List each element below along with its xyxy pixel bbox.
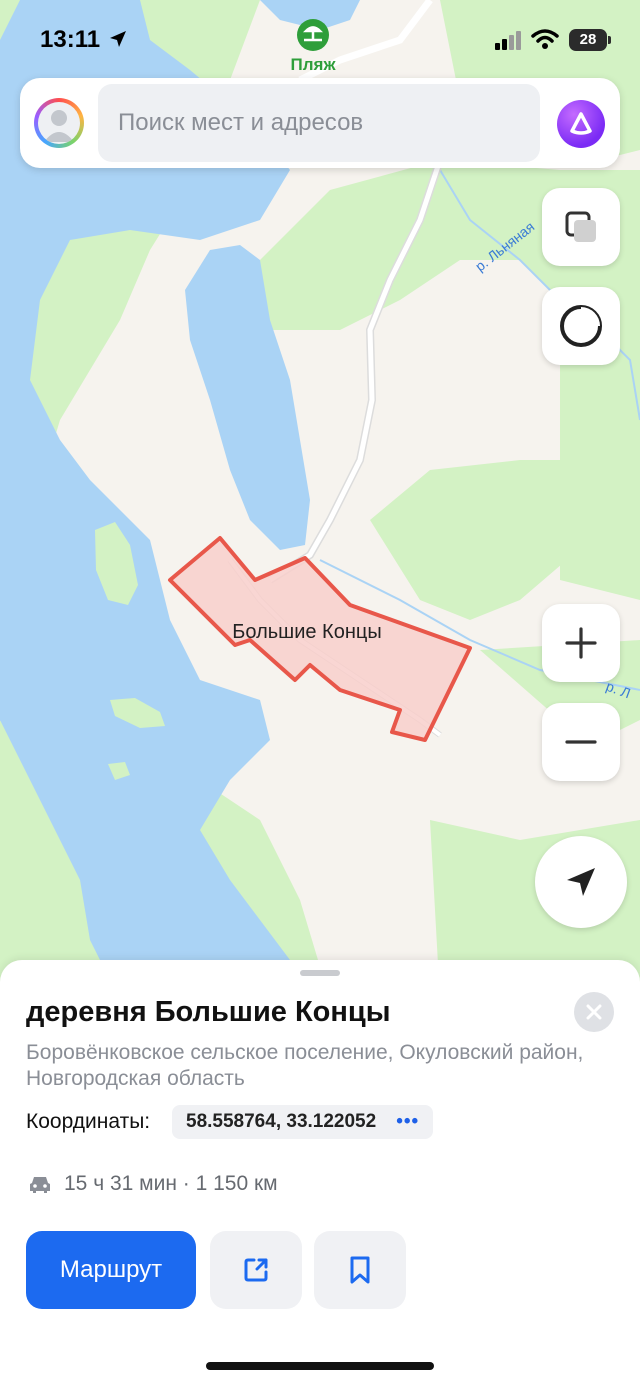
bookmark-button[interactable]	[314, 1231, 406, 1309]
location-services-icon	[110, 31, 126, 47]
compass-button[interactable]	[542, 287, 620, 365]
alice-triangle-icon	[570, 112, 592, 135]
coordinates-chip[interactable]: 58.558764, 33.122052 •••	[172, 1105, 434, 1139]
close-icon	[586, 1004, 602, 1020]
layers-icon	[565, 211, 596, 242]
location-arrow-icon	[567, 868, 595, 896]
user-avatar-icon[interactable]	[34, 98, 84, 148]
settlement-label: Большие Концы	[232, 621, 381, 643]
battery-icon: 28	[569, 29, 611, 51]
battery-level: 28	[579, 31, 597, 48]
place-address: Боровёнковское сельское поселение, Окуло…	[26, 1041, 584, 1090]
coordinates-value: 58.558764, 33.122052	[186, 1111, 377, 1132]
route-summary: 15 ч 31 мин · 1 150 км	[28, 1172, 278, 1196]
route-time: 15 ч 31 мин · 1 150 км	[64, 1172, 278, 1195]
car-icon	[30, 1177, 50, 1193]
place-card: деревня Большие Концы Боровёнковское сел…	[0, 960, 640, 1386]
place-title: деревня Большие Концы	[26, 996, 391, 1028]
home-indicator[interactable]	[206, 1362, 434, 1370]
zoom-in-button[interactable]	[542, 604, 620, 682]
share-icon	[244, 1258, 268, 1282]
zoom-out-button[interactable]	[542, 703, 620, 781]
route-button[interactable]: Маршрут	[26, 1231, 196, 1309]
status-time: 13:11	[40, 26, 101, 53]
person-icon	[44, 110, 74, 142]
search-input[interactable]: Поиск мест и адресов	[98, 84, 540, 162]
alice-assistant-icon[interactable]	[557, 100, 605, 148]
sheet-grabber[interactable]	[300, 970, 340, 976]
plus-icon	[565, 627, 597, 659]
my-location-button[interactable]	[535, 836, 627, 928]
bookmark-icon	[350, 1256, 370, 1284]
wifi-icon	[531, 29, 559, 49]
search-bar: Поиск мест и адресов	[20, 78, 620, 168]
coordinates-label: Координаты:	[26, 1110, 151, 1133]
more-icon[interactable]: •••	[396, 1105, 419, 1139]
compass-icon	[560, 305, 602, 347]
share-button[interactable]	[210, 1231, 302, 1309]
status-bar: 13:11 28	[0, 0, 640, 80]
cellular-signal-icon	[495, 31, 521, 50]
close-button[interactable]	[574, 992, 614, 1032]
layers-button[interactable]	[542, 188, 620, 266]
minus-icon	[565, 740, 597, 744]
forest-area	[560, 340, 640, 600]
